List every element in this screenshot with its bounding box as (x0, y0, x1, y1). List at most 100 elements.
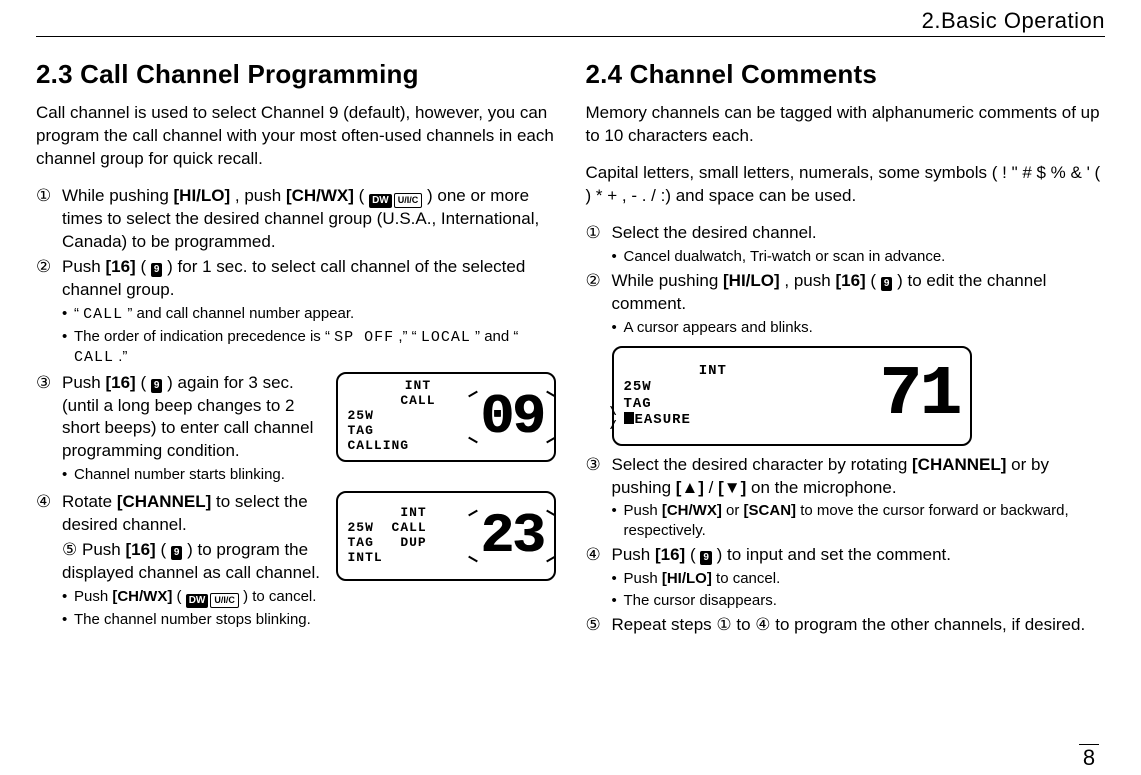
ch-wx-key-c: [CH/WX] (662, 502, 722, 519)
step-3-sub-1: Channel number starts blinking. (62, 465, 322, 485)
nine-icon-e: 9 (700, 551, 712, 565)
step-3-marker: ③ (36, 372, 51, 395)
r-step-2-b: , push (784, 271, 835, 290)
right-column: 2.4 Channel Comments Memory channels can… (586, 59, 1106, 639)
uic-icon-b: U/I/C (210, 593, 239, 608)
down-key: [▼] (718, 478, 746, 497)
uic-icon: U/I/C (394, 193, 423, 208)
scan-key: [SCAN] (744, 502, 797, 519)
section-2-3-heading: 2.3 Call Channel Programming (36, 59, 556, 90)
step-2-sub-2d: .” (118, 348, 127, 365)
r-step-3-d: on the microphone. (751, 478, 897, 497)
page-number: 8 (1079, 744, 1099, 771)
section-2-4-heading: 2.4 Channel Comments (586, 59, 1106, 90)
lcd1-int: INT (348, 379, 436, 394)
lcd3-tag: TAG (624, 396, 727, 412)
hi-lo-key-b: [HI/LO] (723, 271, 780, 290)
hi-lo-key-c: [HI/LO] (662, 570, 712, 587)
r-step4-sub1-a: Push (624, 570, 662, 587)
key-16-c: [16] (125, 540, 155, 559)
step-1-text-c: ( (359, 186, 365, 205)
step-2-sub-2b: ,” “ (398, 328, 416, 345)
step-3-text-a: Push (62, 373, 105, 392)
lcd3-int: INT (624, 363, 727, 379)
lcd1-call: CALL (348, 394, 436, 409)
lcd-display-1: INT CALL 25W TAG CALLING 09 (336, 372, 556, 462)
r-step-1-text: Select the desired channel. (612, 223, 817, 242)
r-step-3: ③ Select the desired character by rotati… (586, 454, 1106, 541)
chapter-title: 2.Basic Operation (36, 8, 1105, 37)
step-1: ① While pushing [HI/LO] , push [CH/WX] (… (36, 185, 556, 254)
lcd3-channel-number: 71 (879, 361, 959, 431)
step5-sub1-c: ) to cancel. (243, 588, 316, 605)
step-4: ④ Rotate [CHANNEL] to select the desired… (36, 491, 556, 630)
r-step-2-a: While pushing (612, 271, 724, 290)
ch-wx-key: [CH/WX] (286, 186, 354, 205)
r-step-4-b: ( (690, 545, 696, 564)
r-step4-sub1-b: to cancel. (716, 570, 780, 587)
channel-key: [CHANNEL] (117, 492, 211, 511)
lcd1-channel-number: 09 (480, 389, 543, 445)
left-column: 2.3 Call Channel Programming Call channe… (36, 59, 556, 639)
key-16-d: [16] (835, 271, 865, 290)
lcd2-intl: INTL (348, 551, 427, 566)
spoff-mono: SP OFF (334, 329, 394, 346)
key-16-e: [16] (655, 545, 685, 564)
hi-lo-key: [HI/LO] (174, 186, 231, 205)
lcd2-dup: TAG DUP (348, 536, 427, 551)
step-5-sub-1: Push [CH/WX] ( DW U/I/C ) to cancel. (62, 587, 556, 609)
step5-sub1-a: Push (74, 588, 112, 605)
lcd1-calling: CALLING (348, 439, 436, 454)
step-2-sub-2: The order of indication precedence is “ … (62, 327, 556, 368)
r-step-2: ② While pushing [HI/LO] , push [16] ( 9 … (586, 270, 1106, 337)
r-step-5-marker: ⑤ (586, 614, 601, 637)
key-16: [16] (105, 257, 135, 276)
r-step-3-a: Select the desired character by rotating (612, 455, 913, 474)
step-5-text-b: ( (160, 540, 166, 559)
step-1-text-b: , push (235, 186, 286, 205)
r-step-1-marker: ① (586, 222, 601, 245)
section-2-3-lead: Call channel is used to select Channel 9… (36, 102, 556, 171)
r-step-2-marker: ② (586, 270, 601, 293)
dw-icon-b: DW (186, 594, 209, 608)
step-1-text-a: While pushing (62, 186, 174, 205)
lcd1-tag: TAG (348, 424, 436, 439)
local-mono: LOCAL (421, 329, 471, 346)
step-2-sub-2c: ” and “ (475, 328, 518, 345)
cursor-icon (624, 412, 634, 424)
step-4-marker: ④ (36, 491, 51, 514)
nine-icon-d: 9 (881, 277, 893, 291)
lcd2-channel-number: 23 (480, 508, 543, 564)
step-3-text-b: ( (140, 373, 146, 392)
r-step-3-sub: Push [CH/WX] or [SCAN] to move the curso… (612, 501, 1106, 540)
lcd3-easure: \ / EASURE (624, 412, 727, 428)
r-step-4-c: ) to input and set the comment. (717, 545, 951, 564)
step-1-marker: ① (36, 185, 51, 208)
ch-wx-key-b: [CH/WX] (112, 588, 172, 605)
up-key: [▲] (676, 478, 704, 497)
r-step3-sub-b: or (726, 502, 744, 519)
lcd-display-2: INT 25W CALL TAG DUP INTL 23 (336, 491, 556, 581)
r-step-4-sub2: The cursor disappears. (612, 591, 1106, 611)
r-step-4-sub1: Push [HI/LO] to cancel. (612, 569, 1106, 589)
step-2-sub-1b: ” and call channel number appear. (127, 305, 354, 322)
r-step3-sub-a: Push (624, 502, 662, 519)
lcd1-25w: 25W (348, 409, 436, 424)
r-step-1: ① Select the desired channel. Cancel dua… (586, 222, 1106, 266)
r-step-3-c: / (709, 478, 714, 497)
section-2-4-symbols: Capital letters, small letters, numerals… (586, 162, 1106, 208)
lcd2-call: 25W CALL (348, 521, 427, 536)
step-3: ③ Push [16] ( 9 ) again for 3 sec. (unti… (36, 372, 556, 489)
channel-key-b: [CHANNEL] (912, 455, 1006, 474)
r-step-2-sub: A cursor appears and blinks. (612, 318, 1106, 338)
step-2-sub-1: “ CALL ” and call channel number appear. (62, 304, 556, 325)
nine-icon: 9 (151, 263, 163, 277)
step5-sub1-b: ( (177, 588, 182, 605)
step-5-text-a: Push (82, 540, 125, 559)
r-step-4-marker: ④ (586, 544, 601, 567)
step-2-sub-1a: “ (74, 305, 79, 322)
r-step-4-a: Push (612, 545, 655, 564)
step-5-sub-2: The channel number stops blinking. (62, 610, 556, 630)
lcd2-int: INT (348, 506, 427, 521)
step-2-marker: ② (36, 256, 51, 279)
